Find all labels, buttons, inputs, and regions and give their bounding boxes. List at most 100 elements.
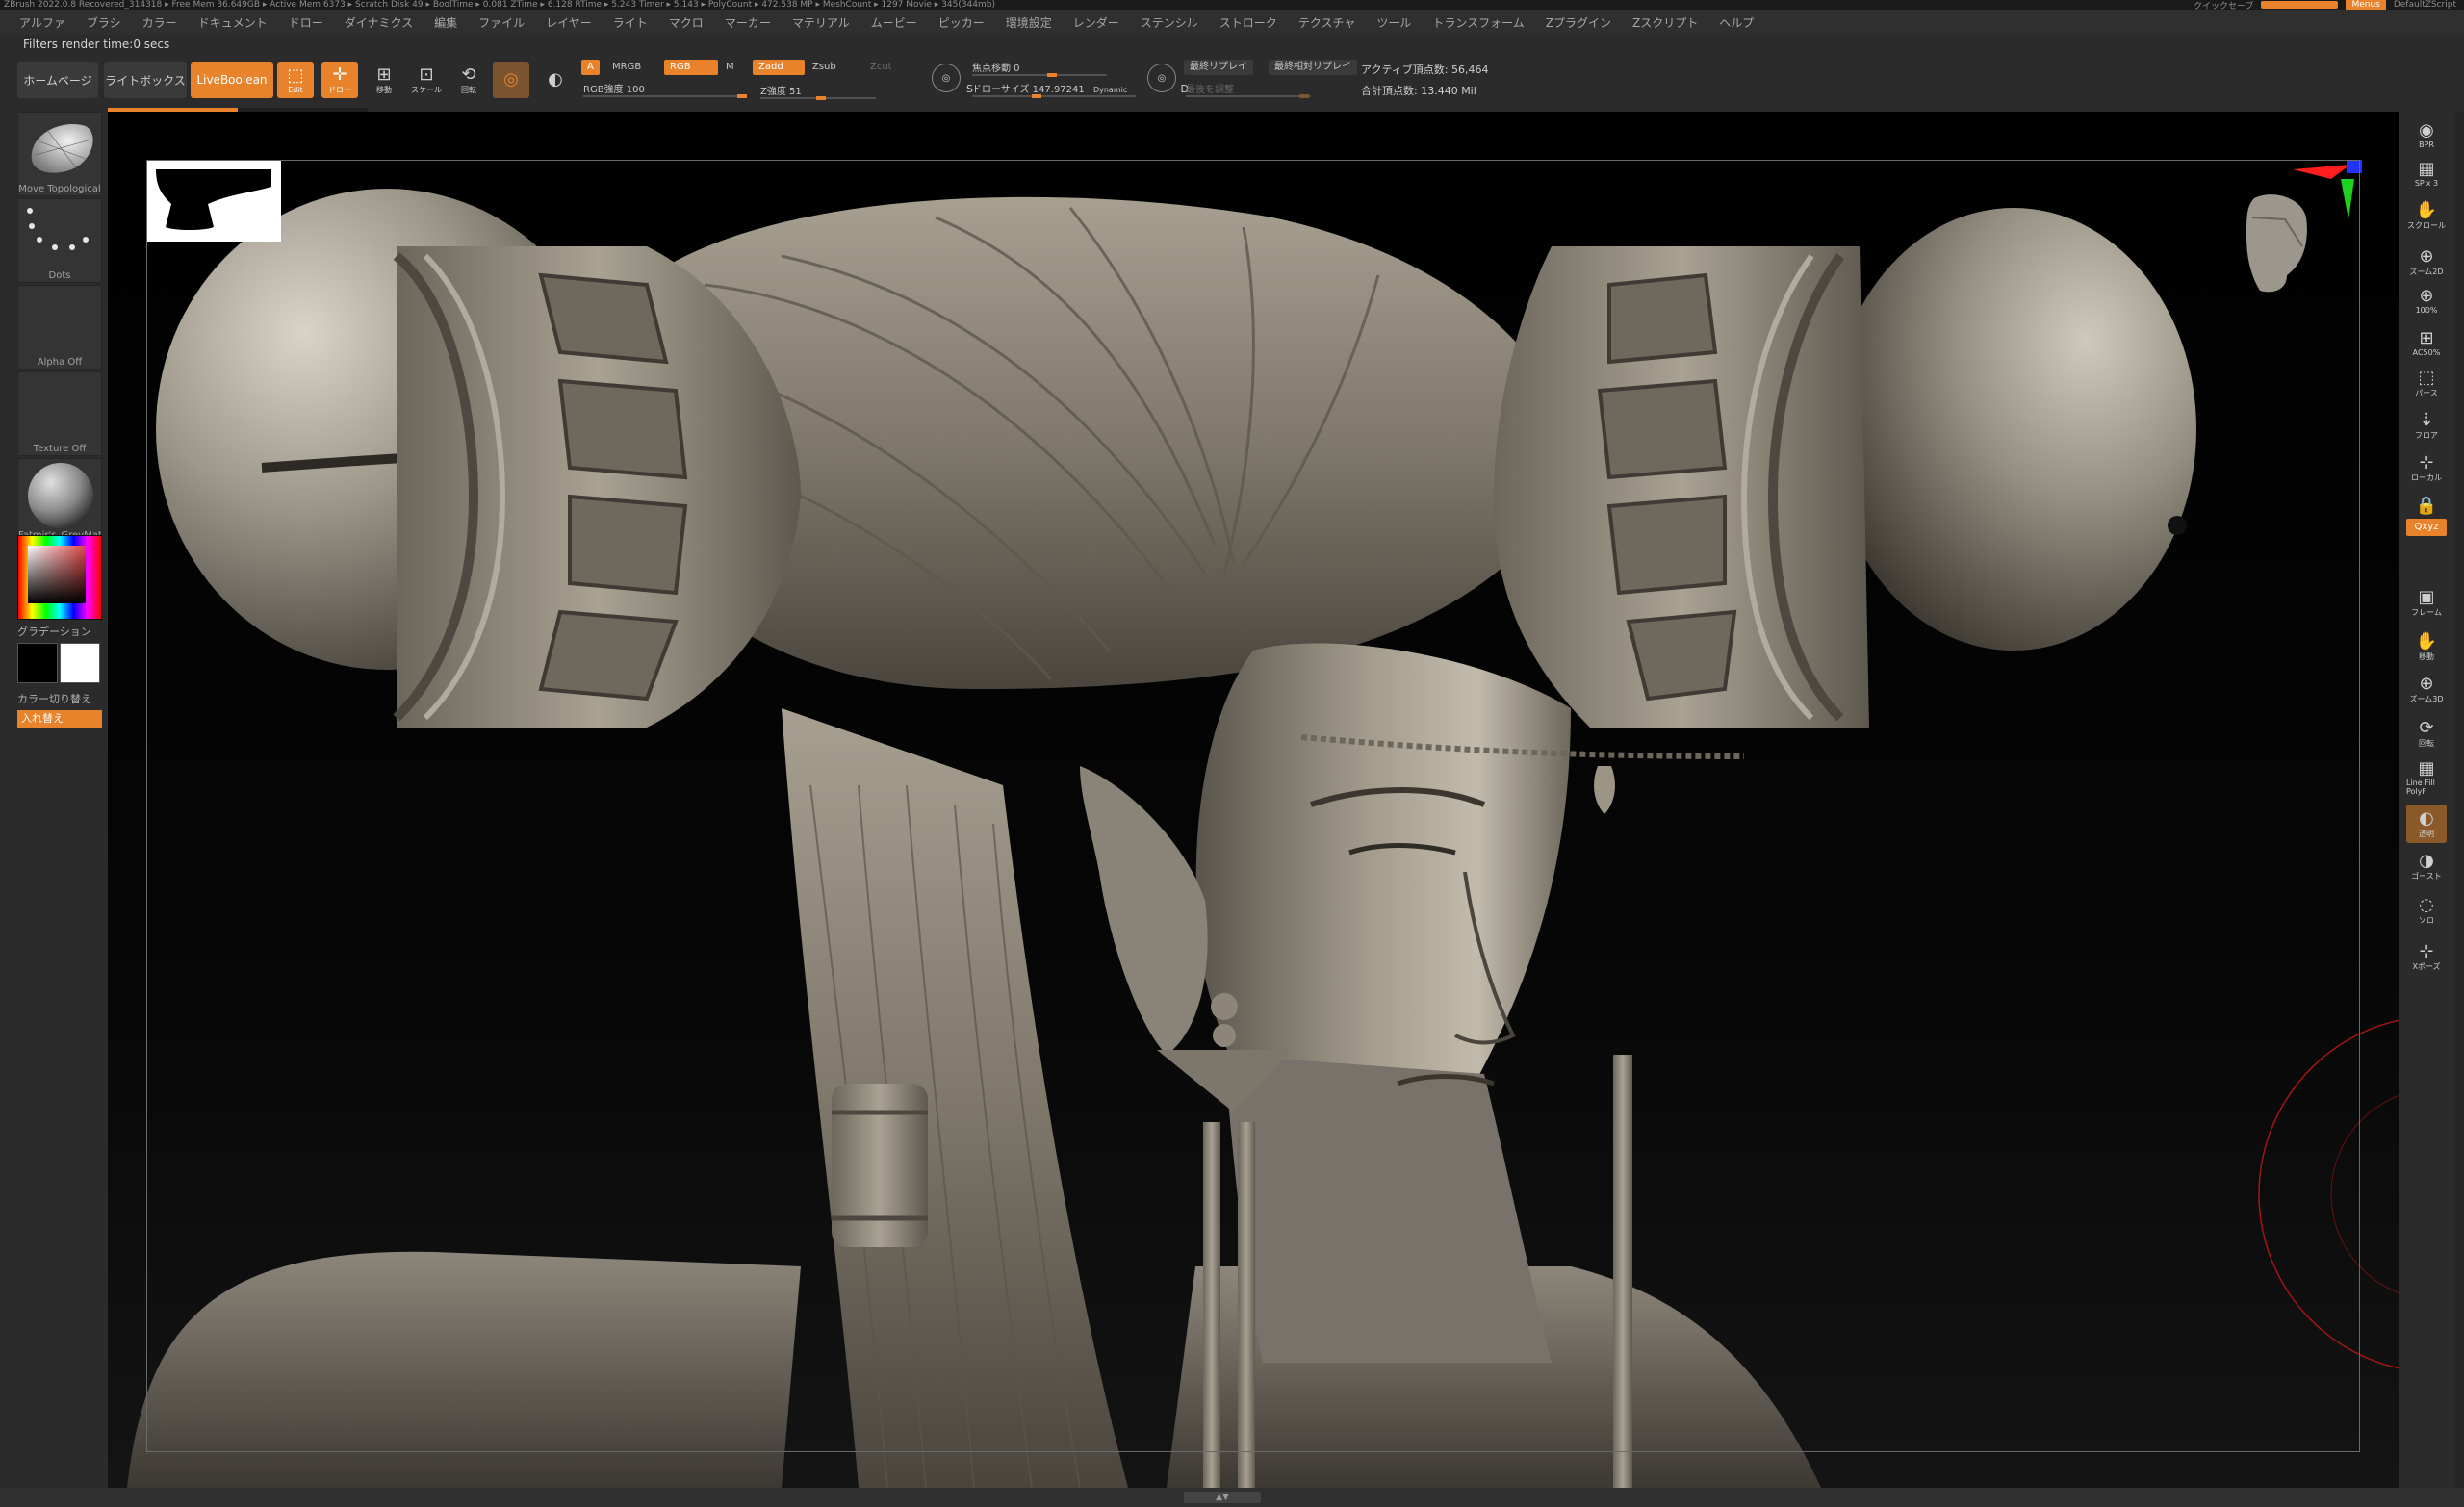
menu-item[interactable]: ブラシ [87,14,121,31]
adjust-last-slider[interactable]: 最後を調整 [1186,81,1311,98]
stroke-tile[interactable]: Dots [17,198,102,283]
move-button[interactable]: ✋ 移動 [2406,627,2447,666]
menu-item[interactable]: 編集 [434,14,457,31]
rgb-chip[interactable]: RGB [664,60,718,75]
menu-item[interactable]: ヘルプ [1719,14,1754,31]
xyz-button[interactable]: Qxyz [2406,519,2447,536]
quicksave-label[interactable]: クイックセーブ [2194,0,2253,11]
zsub-chip[interactable]: Zsub [807,60,842,75]
menu-item[interactable]: カラー [142,14,177,31]
menu-item[interactable]: レイヤー [546,14,592,31]
move-button[interactable]: ⊞ 移動 [366,62,402,98]
gradient-label[interactable]: グラデーション [17,624,91,639]
menu-item[interactable]: ドキュメント [198,14,268,31]
a-chip[interactable]: A [581,60,600,75]
local-button[interactable]: ⊹ ローカル [2406,448,2447,487]
gizmo-button[interactable]: ◎ [493,62,529,98]
100pct-button[interactable]: ⊕ 100% [2406,281,2447,319]
menu-item[interactable]: 環境設定 [1006,14,1052,31]
zoom3d-button[interactable]: ⊕ ズーム3D [2406,670,2447,708]
focal-shift-icon[interactable]: ◎ S [932,64,973,95]
z-intensity-slider[interactable]: Z強度 51 [760,83,876,100]
menu-item[interactable]: ステンシル [1141,14,1198,31]
mrgb-chip[interactable]: MRGB [606,60,647,75]
right-tray-edge[interactable] [2454,112,2464,1488]
default-script[interactable]: DefaultZScript [2394,0,2456,10]
menu-item[interactable]: ピッカー [938,14,985,31]
menu-item[interactable]: アルファ [19,14,65,31]
color-picker-square[interactable] [28,546,86,603]
menu-item[interactable]: Zプラグイン [1546,14,1611,31]
texture-tile[interactable]: Texture Off [17,371,102,456]
draw-size-knob[interactable] [1032,94,1041,98]
menu-item[interactable]: レンダー [1073,14,1119,31]
replay-last-rel-button[interactable]: 最終相対リプレイ [1269,60,1357,75]
zcut-chip[interactable]: Zcut [864,60,898,75]
menu-item[interactable]: ダイナミクス [345,14,413,31]
transp-button[interactable]: ◐ 透明 [2406,805,2447,843]
focal-shift-knob[interactable] [1047,73,1057,77]
ac50pct-button[interactable]: ⊞ AC50% [2406,323,2447,362]
menu-item[interactable]: ムービー [871,14,917,31]
rotate-label: 回転 [2419,738,2434,748]
rotate-button[interactable]: ⟲ 回転 [450,62,487,98]
menu-item[interactable]: ツール [1376,14,1411,31]
menu-item[interactable]: ドロー [289,14,323,31]
color-picker[interactable] [17,535,102,620]
draw-d-icon[interactable]: ◎ D [1147,64,1189,95]
floor-button[interactable]: ⇣ フロア [2406,406,2447,445]
menu-item[interactable]: トランスフォーム [1432,14,1524,31]
viewport-canvas[interactable] [108,112,2399,1488]
edit-icon: ⬚ [287,64,304,86]
menu-item[interactable]: マテリアル [792,14,850,31]
menu-item[interactable]: マーカー [725,14,771,31]
solo-button[interactable]: ◌ ソロ [2406,891,2447,930]
replay-last-button[interactable]: 最終リプレイ [1184,60,1253,75]
menu-item[interactable]: テクスチャ [1298,14,1356,31]
menu-item[interactable]: マクロ [669,14,704,31]
xpose-button[interactable]: ⊹ Xポーズ [2406,937,2447,976]
menu-item[interactable]: ライト [613,14,648,31]
rotate-button[interactable]: ⟳ 回転 [2406,714,2447,753]
frame-icon: ▣ [2418,586,2435,607]
z-intensity-knob[interactable] [816,96,826,100]
ghost-button[interactable]: ◑ ゴースト [2406,847,2447,885]
edit-button[interactable]: ⬚ Edit [277,62,314,98]
primary-color-swatch[interactable] [60,643,100,683]
scale-button[interactable]: ⊡ スケール [408,62,445,98]
menu-item[interactable]: ファイル [478,14,525,31]
adjust-last-knob[interactable] [1299,94,1309,98]
dynamic-label[interactable]: Dynamic [1093,86,1127,94]
frame-button[interactable]: ▣ フレーム [2406,583,2447,622]
menu-item[interactable]: Zスクリプト [1632,14,1698,31]
menu-item[interactable]: ストローク [1219,14,1277,31]
rotate-label: 回転 [461,85,476,94]
zadd-chip[interactable]: Zadd [753,60,805,75]
dynamic-perspective-button[interactable]: ⬚ パース [2406,364,2447,402]
scroll-label: スクロール [2407,220,2446,230]
menus-button[interactable]: Menus [2346,0,2386,10]
lightbox-button[interactable]: ライトボックス [104,62,187,98]
brush-tile[interactable]: Move Topological [17,112,102,196]
switch-color-label[interactable]: カラー切り替え [17,691,91,706]
home-button[interactable]: ホームページ [17,62,98,98]
alpha-tile[interactable]: Alpha Off [17,285,102,370]
draw-size-slider[interactable]: ドローサイズ 147.97241 Dynamic [972,81,1136,98]
material-tile[interactable]: Fatmir's_GreyMat [17,458,102,543]
draw-button[interactable]: ✛ ドロー [321,62,358,98]
material-toggle[interactable]: ◐ [537,62,574,98]
bpr-button[interactable]: ◉ BPR [2406,115,2447,154]
bottom-tray-handle-icon[interactable]: ▲▼ [1184,1492,1261,1503]
focal-shift-slider[interactable]: 焦点移動 0 [972,60,1107,77]
secondary-color-swatch[interactable] [17,643,58,683]
gizmo-icon: ◎ [503,69,519,89]
rgb-intensity-knob[interactable] [737,94,747,98]
liveboolean-button[interactable]: LiveBoolean [191,62,273,98]
linefill-button[interactable]: ▦ Line Fill PolyF [2406,758,2447,797]
rgb-intensity-slider[interactable]: RGB強度 100 [583,81,747,98]
spix-button[interactable]: ▦ SPix 3 [2406,154,2447,192]
m-chip[interactable]: M [720,60,740,75]
scroll-button[interactable]: ✋ スクロール [2406,196,2447,235]
zoom2d-button[interactable]: ⊕ ズーム2D [2406,243,2447,281]
swap-colors-button[interactable]: 入れ替え [17,710,102,728]
